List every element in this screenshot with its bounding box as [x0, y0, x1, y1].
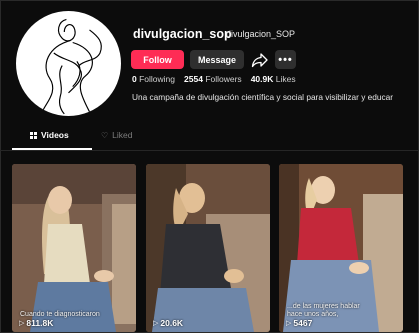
- profile-username: divulgacion_sop: [133, 27, 232, 41]
- tab-divider: [0, 150, 419, 151]
- follow-button[interactable]: Follow: [131, 50, 184, 69]
- likes-label: Likes: [275, 74, 296, 84]
- following-stat[interactable]: 0 Following: [132, 74, 175, 84]
- tab-liked[interactable]: ♡ Liked: [101, 130, 133, 140]
- tab-videos-label: Videos: [41, 130, 69, 140]
- video-card[interactable]: ▷ 20.6K: [146, 164, 270, 332]
- avatar[interactable]: [16, 11, 121, 116]
- avatar-line-art-icon: [42, 18, 102, 115]
- play-icon: ▷: [153, 320, 159, 327]
- likes-count: 40.9K: [250, 74, 274, 84]
- grid-icon: [30, 131, 37, 139]
- video-view-count: ▷ 5467: [286, 318, 312, 328]
- video-thumbnail: [12, 164, 136, 332]
- share-icon: [251, 52, 268, 67]
- heart-icon: ♡: [101, 130, 109, 140]
- video-thumbnail: [146, 164, 270, 332]
- play-icon: ▷: [286, 320, 292, 327]
- video-views-value: 20.6K: [160, 318, 184, 328]
- following-count: 0: [132, 74, 137, 84]
- followers-label: Followers: [205, 74, 242, 84]
- video-caption: ...de las mujeres hablar hace unos años,: [287, 303, 360, 318]
- profile-tabs: Videos ♡ Liked: [0, 130, 419, 151]
- play-icon: ▷: [19, 320, 25, 327]
- video-card[interactable]: Cuando te diagnosticaron ▷ 811.8K: [12, 164, 136, 332]
- video-views-value: 811.8K: [26, 318, 54, 328]
- tab-videos[interactable]: Videos: [30, 130, 69, 140]
- video-card[interactable]: ...de las mujeres hablar hace unos años,…: [279, 164, 403, 332]
- tab-liked-label: Liked: [112, 130, 133, 140]
- video-view-count: ▷ 20.6K: [153, 318, 183, 328]
- profile-nickname: divulgacion_SOP: [226, 29, 296, 39]
- video-view-count: ▷ 811.8K: [19, 318, 53, 328]
- profile-bio: Una campaña de divulgación científica y …: [132, 92, 394, 102]
- profile-stats: 0 Following 2554 Followers 40.9K Likes: [132, 74, 296, 84]
- followers-stat[interactable]: 2554 Followers: [184, 74, 242, 84]
- following-label: Following: [139, 74, 176, 84]
- video-caption: Cuando te diagnosticaron: [20, 310, 100, 318]
- video-views-value: 5467: [293, 318, 313, 328]
- likes-stat: 40.9K Likes: [251, 74, 296, 84]
- followers-count: 2554: [184, 74, 203, 84]
- share-button[interactable]: [250, 50, 270, 69]
- more-options-button[interactable]: •••: [275, 50, 296, 69]
- message-button[interactable]: Message: [190, 50, 244, 69]
